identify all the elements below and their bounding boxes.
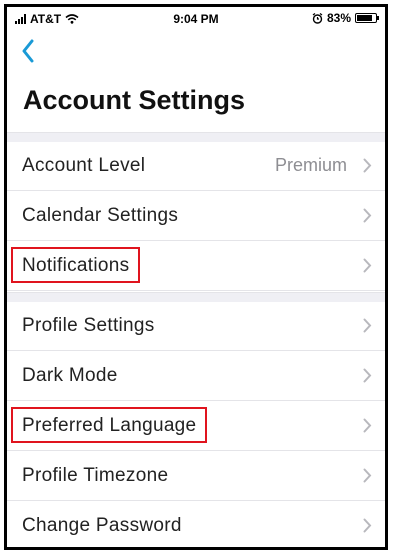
settings-row-profile-settings[interactable]: Profile Settings [7,301,385,351]
page-title: Account Settings [23,85,246,115]
battery-percent: 83% [326,11,351,25]
row-label: Account Level [22,154,146,176]
chevron-right-icon [363,258,372,273]
settings-row-change-password[interactable]: Change Password [7,501,385,547]
back-button[interactable] [13,35,43,67]
chevron-right-icon [363,468,372,483]
phone-screen: AT&T 9:04 PM 83% Account Settings Accoun… [4,4,388,550]
settings-row-profile-timezone[interactable]: Profile Timezone [7,451,385,501]
row-label: Dark Mode [22,364,118,386]
settings-row-dark-mode[interactable]: Dark Mode [7,351,385,401]
status-bar: AT&T 9:04 PM 83% [7,7,385,31]
settings-row-calendar-settings[interactable]: Calendar Settings [7,191,385,241]
row-label: Change Password [22,514,182,536]
row-label: Profile Settings [22,314,155,336]
chevron-right-icon [363,368,372,383]
battery-icon [355,13,379,23]
chevron-right-icon [363,208,372,223]
battery-fill [357,15,372,21]
row-value: Premium [274,155,347,175]
row-label: Calendar Settings [22,204,179,226]
chevron-right-icon [363,518,372,533]
settings-row-preferred-language[interactable]: Preferred Language [7,401,385,451]
chevron-right-icon [363,158,372,173]
row-label: Profile Timezone [22,464,169,486]
alarm-icon [312,12,323,24]
highlight-box [11,247,140,283]
chevron-right-icon [363,318,372,333]
highlight-box [11,407,207,443]
settings-row-account-level[interactable]: Account Level Premium [7,141,385,191]
status-right: 83% [312,11,379,25]
chevron-left-icon [22,39,34,63]
settings-row-notifications[interactable]: Notifications [7,241,385,291]
chevron-right-icon [363,418,372,433]
